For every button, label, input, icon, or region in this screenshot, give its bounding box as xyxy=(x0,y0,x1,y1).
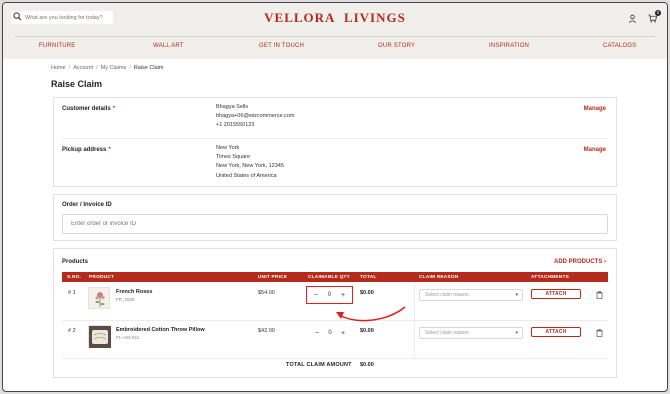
quantity-value[interactable]: 0 xyxy=(328,292,331,298)
increment-button[interactable]: + xyxy=(339,330,347,337)
nav-wall-art[interactable]: WALL ART xyxy=(153,43,184,49)
row-number: # 1 xyxy=(68,290,76,296)
pickup-address-value: New York Times Square New York, New York… xyxy=(216,144,284,181)
address-line: United States of America xyxy=(216,172,277,179)
customer-details-label: Customer details * xyxy=(62,106,116,112)
claim-reason-select[interactable]: Select claim reason ▾ xyxy=(419,327,523,339)
unit-price: $42.00 xyxy=(258,328,275,334)
claim-reason-placeholder: Select claim reason xyxy=(425,330,469,336)
add-products-button[interactable]: ADD PRODUCTS › xyxy=(554,259,606,265)
address-line: Times Square xyxy=(216,154,251,161)
breadcrumb-current: Raise Claim xyxy=(133,65,164,71)
brand-name-part1: VELLORA xyxy=(264,10,336,25)
order-invoice-label: Order / Invoice ID xyxy=(62,202,112,208)
products-label: Products xyxy=(62,259,89,265)
product-sku: PL-AW-012 xyxy=(116,335,140,340)
column-divider xyxy=(414,283,415,320)
nav-our-story[interactable]: OUR STORY xyxy=(378,43,415,49)
chevron-down-icon: ▾ xyxy=(515,330,518,336)
manage-customer-link[interactable]: Manage xyxy=(584,106,606,112)
claim-reason-select[interactable]: Select claim reason ▾ xyxy=(419,289,523,301)
trash-icon[interactable] xyxy=(596,291,603,299)
nav-inspiration[interactable]: INSPIRATION xyxy=(489,43,529,49)
quantity-value[interactable]: 0 xyxy=(328,330,331,336)
trash-icon[interactable] xyxy=(596,329,603,337)
total-claim-amount-value: $0.00 xyxy=(360,362,374,368)
col-total: TOTAL xyxy=(360,274,377,280)
pickup-address-label: Pickup address * xyxy=(62,147,111,153)
customer-name: Bhagya Sells xyxy=(216,104,249,110)
nav-furniture[interactable]: FURNITURE xyxy=(39,43,75,49)
attach-button[interactable]: ATTACH xyxy=(531,289,581,299)
breadcrumb-account[interactable]: Account xyxy=(73,65,93,71)
site-header: VELLORA LIVINGS 0 FURNITURE WALL ART GET… xyxy=(3,3,667,59)
brand-logo[interactable]: VELLORA LIVINGS xyxy=(3,10,667,26)
total-claim-amount-label: TOTAL CLAIM AMOUNT xyxy=(286,362,352,368)
manage-pickup-link[interactable]: Manage xyxy=(584,147,606,153)
flower-image-icon xyxy=(95,292,105,307)
col-claim-reason: CLAIM REASON xyxy=(419,274,459,280)
breadcrumb: Home / Account / My Claims / Raise Claim xyxy=(51,65,164,71)
row-number: # 2 xyxy=(68,328,76,334)
col-product: PRODUCT xyxy=(89,274,115,280)
pillow-image-icon xyxy=(89,326,111,348)
column-divider xyxy=(414,321,415,358)
decrement-button[interactable]: − xyxy=(312,292,320,299)
products-card: Products ADD PRODUCTS › S.NO. PRODUCT UN… xyxy=(53,248,617,378)
customer-details-value: Bhagya Sells bhagya+06@wizcommerce.com +… xyxy=(216,103,295,131)
col-sno: S.NO. xyxy=(67,274,82,280)
claim-reason-placeholder: Select claim reason xyxy=(425,292,469,298)
nav-divider xyxy=(15,36,655,37)
row-total: $0.00 xyxy=(360,328,374,334)
quantity-stepper: − 0 + xyxy=(306,286,353,304)
col-unit-price: UNIT PRICE xyxy=(258,274,288,280)
product-thumbnail[interactable] xyxy=(88,325,111,348)
product-thumbnail[interactable] xyxy=(88,287,110,309)
product-name[interactable]: French Roses xyxy=(116,289,152,295)
unit-price: $54.00 xyxy=(258,290,275,296)
order-card: Order / Invoice ID xyxy=(53,194,617,241)
address-line: New York xyxy=(216,145,240,151)
page-title: Raise Claim xyxy=(51,79,103,89)
products-table-header: S.NO. PRODUCT UNIT PRICE CLAIMABLE QTY T… xyxy=(62,272,608,282)
details-card: Customer details * Bhagya Sells bhagya+06… xyxy=(53,97,617,187)
product-sku: FR_2838 xyxy=(116,297,135,302)
attach-button[interactable]: ATTACH xyxy=(531,327,581,337)
card-divider xyxy=(62,138,608,139)
nav-catalogs[interactable]: CATALOGS xyxy=(603,43,636,49)
customer-email: bhagya+06@wizcommerce.com xyxy=(216,113,295,120)
order-invoice-input[interactable] xyxy=(62,214,608,234)
quantity-stepper: − 0 + xyxy=(308,326,352,340)
increment-button[interactable]: + xyxy=(339,292,347,299)
main-nav: FURNITURE WALL ART GET IN TOUCH OUR STOR… xyxy=(3,43,667,53)
address-line: New York, New York, 12345 xyxy=(216,163,284,170)
col-claimable-qty: CLAIMABLE QTY xyxy=(308,274,351,280)
user-icon[interactable] xyxy=(628,14,637,23)
table-row: # 1 French Roses FR_2838 $54.00 − 0 + $0 xyxy=(62,283,608,321)
decrement-button[interactable]: − xyxy=(313,330,321,337)
cart-icon[interactable]: 0 xyxy=(648,10,661,23)
breadcrumb-my-claims[interactable]: My Claims xyxy=(101,65,127,71)
product-name[interactable]: Embroidered Cotton Throw Pillow xyxy=(116,327,205,333)
browser-frame: VELLORA LIVINGS 0 FURNITURE WALL ART GET… xyxy=(2,2,668,392)
chevron-down-icon: ▾ xyxy=(515,292,518,298)
breadcrumb-home[interactable]: Home xyxy=(51,65,66,71)
brand-name-part2: LIVINGS xyxy=(343,10,406,25)
table-row: # 2 Embroidered Cotton Throw Pillow PL-A… xyxy=(62,321,608,359)
cart-count-badge: 0 xyxy=(655,10,661,16)
row-total: $0.00 xyxy=(360,290,374,296)
nav-get-in-touch[interactable]: GET IN TOUCH xyxy=(259,43,304,49)
customer-phone: +1 2015550123 xyxy=(216,122,255,129)
col-attachments: ATTACHMENTS xyxy=(531,274,569,280)
